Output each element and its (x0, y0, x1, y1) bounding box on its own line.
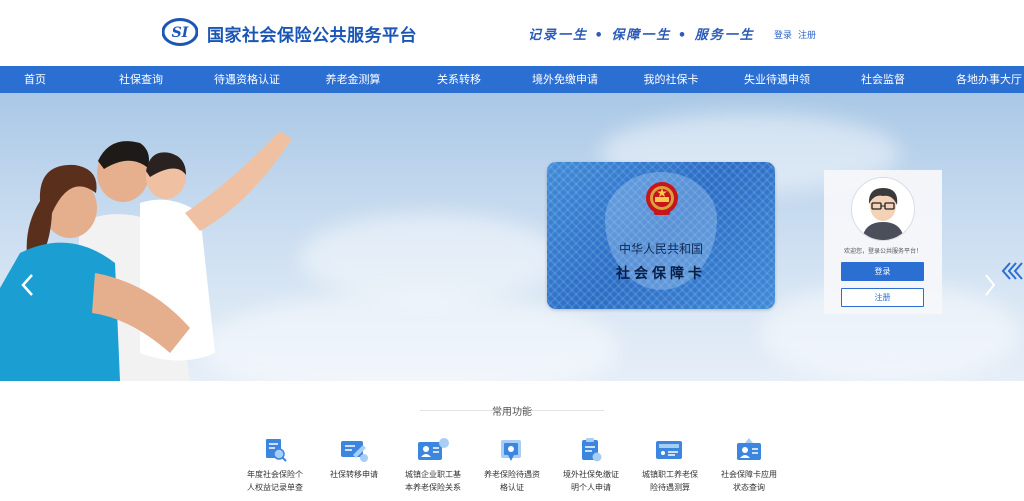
social-security-card-image: 中华人民共和国 社会保障卡 (547, 162, 775, 309)
certificate-icon (501, 440, 521, 461)
nav-item-relation-transfer[interactable]: 关系转移 (437, 66, 481, 93)
nav-item-overseas-exemption[interactable]: 境外免缴申请 (532, 66, 598, 93)
function-pension-relation[interactable]: 城镇企业职工基 本养老保险关系 (393, 437, 473, 494)
family-photo-image (0, 131, 292, 381)
transfer-edit-icon (341, 441, 368, 462)
function-annual-record-query[interactable]: 年度社会保险个 人权益记录单查 (235, 437, 315, 494)
calculator-icon (656, 441, 682, 459)
welcome-text: 欢迎您，登录公共服务平台！ (843, 248, 922, 255)
function-label-line2: 险待遇测算 (650, 483, 690, 492)
card-country-label: 中华人民共和国 (618, 242, 703, 256)
function-label-line2: 格认证 (500, 483, 524, 492)
nav-item-my-social-card[interactable]: 我的社保卡 (644, 66, 699, 93)
pension-id-card-icon (418, 438, 449, 460)
slogan: 记录一生 • 保障一生 • 服务一生 (528, 28, 755, 43)
function-pension-calculation[interactable]: 城镇职工养老保 险待遇测算 (630, 437, 710, 494)
function-label-line1: 养老保险待遇资 (484, 470, 540, 479)
function-label-line1: 城镇职工养老保 (642, 470, 698, 479)
card-type-label: 社会保障卡 (616, 266, 706, 282)
user-avatar (851, 177, 915, 241)
carousel-next-arrow-icon[interactable] (983, 273, 997, 297)
register-button[interactable]: 注册 (841, 288, 924, 307)
function-card-status-query[interactable]: 社会保障卡应用 状态查询 (709, 437, 789, 494)
si-logo-icon[interactable]: SI (162, 18, 198, 46)
nav-item-social-supervision[interactable]: 社会监督 (861, 66, 905, 93)
nav-item-local-service-halls[interactable]: 各地办事大厅 (956, 66, 1022, 93)
common-functions-title: 常用功能 (492, 407, 532, 418)
login-link[interactable]: 登录 (774, 28, 792, 41)
function-label-line2: 明个人申请 (571, 483, 611, 492)
function-transfer-application[interactable]: 社保转移申请 (314, 437, 394, 481)
logo-text: SI (172, 25, 189, 41)
nav-item-home[interactable]: 首页 (24, 66, 46, 93)
avatar-icon (852, 178, 914, 240)
main-nav: 首页 社保查询 待遇资格认证 养老金测算 关系转移 境外免缴申请 我的社保卡 失… (0, 66, 1024, 93)
login-button[interactable]: 登录 (841, 262, 924, 281)
carousel-prev-arrow-icon[interactable] (20, 273, 36, 297)
function-label-line1: 社保转移申请 (330, 470, 378, 479)
nav-item-social-insurance-query[interactable]: 社保查询 (119, 66, 163, 93)
header: SI 国家社会保险公共服务平台 记录一生 • 保障一生 • 服务一生 登录 注册 (0, 0, 1024, 66)
function-overseas-exemption-certificate[interactable]: 境外社保免缴证 明个人申请 (551, 437, 631, 494)
function-label-line2: 状态查询 (733, 483, 765, 492)
function-label-line1: 年度社会保险个 (247, 470, 303, 479)
function-label-line1: 城镇企业职工基 (405, 470, 461, 479)
document-search-icon (266, 439, 287, 462)
function-label-line2: 本养老保险关系 (405, 483, 461, 492)
national-emblem-icon (646, 182, 678, 215)
function-qualification-certification[interactable]: 养老保险待遇资 格认证 (472, 437, 552, 494)
site-title[interactable]: 国家社会保险公共服务平台 (207, 21, 417, 46)
side-tab-chevrons-icon[interactable] (1001, 261, 1024, 281)
function-label-line1: 社会保障卡应用 (721, 470, 777, 479)
nav-item-pension-calculation[interactable]: 养老金测算 (326, 66, 381, 93)
function-label-line2: 人权益记录单查 (247, 483, 303, 492)
function-label-line1: 境外社保免缴证 (563, 470, 619, 479)
register-link[interactable]: 注册 (798, 28, 816, 41)
nav-item-qualification-certification[interactable]: 待遇资格认证 (214, 66, 280, 93)
card-application-icon (737, 438, 761, 460)
clipboard-icon (582, 438, 602, 462)
nav-item-unemployment-benefit[interactable]: 失业待遇申领 (744, 66, 810, 93)
